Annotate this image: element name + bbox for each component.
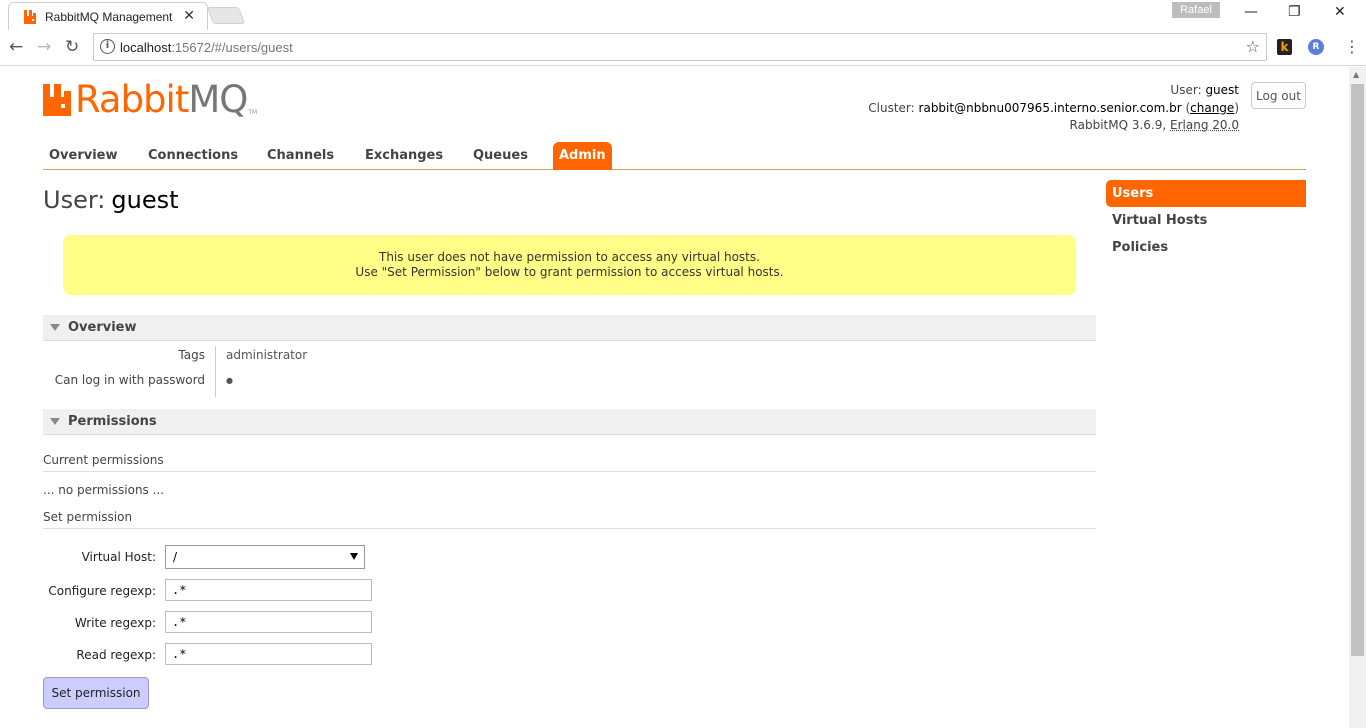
change-cluster-link[interactable]: change (1190, 101, 1234, 115)
address-bar[interactable]: i localhost:15672/#/users/guest ☆ (93, 33, 1267, 61)
overview-section-title: Overview (68, 320, 137, 335)
sidebar-item-virtual-hosts[interactable]: Virtual Hosts (1106, 207, 1306, 234)
vhost-selected-value: / (173, 550, 178, 564)
collapse-triangle-icon (50, 418, 60, 425)
nav-connections[interactable]: Connections (148, 148, 238, 163)
login-value-dot: ● (226, 376, 233, 385)
write-regexp-input[interactable]: .* (165, 611, 372, 633)
nav-queues[interactable]: Queues (473, 148, 528, 163)
read-regexp-input[interactable]: .* (165, 643, 372, 665)
permissions-section-title: Permissions (68, 414, 157, 429)
write-regexp-label: Write regexp: (74, 616, 156, 630)
sidebar-item-policies[interactable]: Policies (1106, 234, 1306, 261)
nav-overview[interactable]: Overview (49, 148, 118, 163)
browser-tab[interactable]: RabbitMQ Management ✕ (8, 2, 208, 30)
nav-channels[interactable]: Channels (267, 148, 334, 163)
overview-section-toggle[interactable]: Overview (43, 315, 1096, 341)
logo-text-mq: MQ (188, 78, 248, 121)
logo-text-rabbit: Rabbit (75, 78, 189, 121)
set-permission-button[interactable]: Set permission (43, 677, 149, 709)
page-title-user: guest (111, 186, 179, 214)
header-cluster-line: Cluster: rabbit@nbbnu007965.interno.seni… (868, 100, 1239, 118)
logout-button[interactable]: Log out (1251, 82, 1306, 109)
read-regexp-label: Read regexp: (76, 648, 156, 662)
warning-line-1: This user does not have permission to ac… (379, 250, 760, 264)
nav-exchanges[interactable]: Exchanges (365, 148, 443, 163)
header-user-value: guest (1205, 83, 1239, 97)
address-url: localhost:15672/#/users/guest (120, 40, 293, 55)
header-version-line: RabbitMQ 3.6.9, Erlang 20.0 (868, 117, 1239, 135)
rabbitmq-favicon-icon (24, 9, 36, 24)
vhost-label: Virtual Host: (81, 550, 156, 564)
header-cluster-value: rabbit@nbbnu007965.interno.senior.com.br (918, 100, 1182, 115)
logo-trademark: TM (248, 109, 258, 116)
reload-icon[interactable]: ↻ (65, 37, 79, 57)
warning-line-2: Use "Set Permission" below to grant perm… (355, 265, 784, 279)
rabbitmq-logo-icon (43, 84, 71, 116)
change-close-paren: ) (1234, 100, 1239, 115)
extension-k-icon[interactable]: k (1277, 39, 1292, 55)
vhost-select[interactable]: / (165, 545, 365, 569)
scrollbar-thumb[interactable] (1351, 84, 1364, 656)
site-info-icon[interactable]: i (100, 39, 115, 54)
login-label: Can log in with password (54, 373, 205, 387)
bookmark-star-icon[interactable]: ☆ (1246, 37, 1260, 56)
tab-close-icon[interactable]: ✕ (183, 8, 195, 24)
browser-menu-icon[interactable]: ⋮ (1344, 37, 1360, 56)
url-host: localhost (120, 40, 172, 55)
configure-regexp-input[interactable]: .* (165, 579, 372, 601)
no-permission-warning: This user does not have permission to ac… (63, 235, 1076, 295)
restore-icon[interactable]: ❐ (1288, 4, 1301, 20)
header-cluster-label: Cluster: (868, 100, 915, 115)
rabbitmq-version: RabbitMQ 3.6.9, (1069, 118, 1167, 132)
sidebar-item-users[interactable]: Users (1106, 180, 1306, 207)
collapse-triangle-icon (50, 324, 60, 331)
extension-r-icon[interactable]: R (1308, 39, 1324, 55)
no-permissions-text: ... no permissions ... (43, 483, 165, 497)
header-user-label: User: (1170, 83, 1202, 97)
scroll-up-arrow-icon[interactable]: ▲ (1353, 70, 1359, 79)
main-nav: Overview Connections Channels Exchanges … (43, 142, 1306, 170)
page-scrollbar[interactable]: ▲ (1349, 67, 1366, 728)
admin-sidebar: Users Virtual Hosts Policies (1106, 180, 1306, 261)
page-title: User: guest (43, 186, 179, 214)
header-user-line: User: guest (868, 82, 1239, 100)
back-icon[interactable]: ← (9, 37, 23, 57)
url-path: :15672/#/users/guest (171, 40, 293, 55)
rabbitmq-logo: RabbitMQ TM (43, 81, 258, 118)
forward-icon[interactable]: → (37, 37, 51, 57)
tags-value: administrator (226, 348, 308, 362)
profile-badge[interactable]: Rafael (1172, 2, 1220, 18)
window-close-icon[interactable]: ✕ (1334, 4, 1346, 20)
page-content: RabbitMQ TM User: guest Cluster: rabbit@… (0, 67, 1349, 728)
dropdown-arrow-icon (350, 553, 358, 560)
configure-regexp-label: Configure regexp: (48, 584, 156, 598)
page-title-label: User: (43, 186, 106, 214)
erlang-version: Erlang 20.0 (1170, 118, 1239, 132)
browser-tab-bar: RabbitMQ Management ✕ Rafael — ❐ ✕ (0, 0, 1366, 30)
minimize-icon[interactable]: — (1244, 4, 1258, 20)
nav-admin[interactable]: Admin (553, 142, 612, 170)
logo-text: RabbitMQ (75, 81, 248, 118)
header-info: User: guest Cluster: rabbit@nbbnu007965.… (868, 82, 1239, 135)
tags-label: Tags (178, 348, 205, 362)
new-tab-button[interactable] (206, 7, 246, 24)
set-permission-heading: Set permission (43, 510, 1096, 529)
browser-toolbar: ← → ↻ i localhost:15672/#/users/guest ☆ (0, 30, 1366, 66)
permissions-section-toggle[interactable]: Permissions (43, 409, 1096, 435)
facts-divider (215, 346, 216, 397)
current-permissions-heading: Current permissions (43, 453, 1096, 472)
browser-tab-title: RabbitMQ Management (45, 9, 173, 24)
